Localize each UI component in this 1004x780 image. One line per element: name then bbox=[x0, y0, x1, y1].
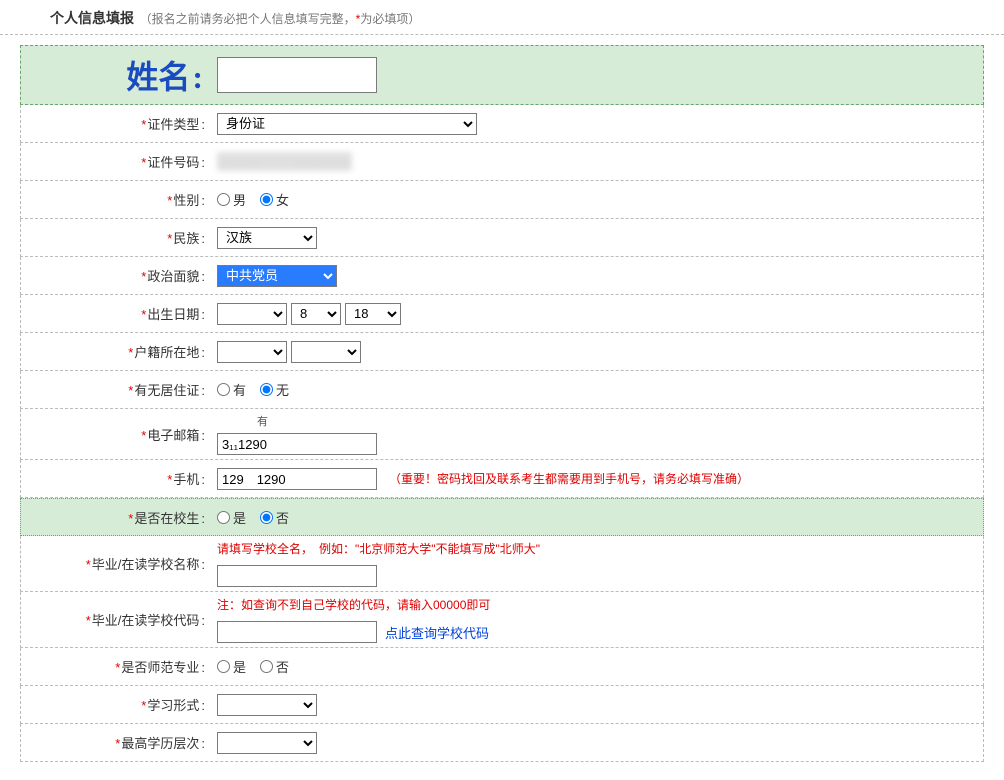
label-studyform: 学习形式 bbox=[147, 698, 199, 713]
label-politics: 政治面貌 bbox=[147, 269, 199, 284]
label-gender: 性别 bbox=[173, 193, 199, 208]
radio-male[interactable]: 男 bbox=[217, 190, 246, 209]
row-email: *电子邮箱: 有 bbox=[20, 409, 984, 460]
label-schoolcode: 毕业/在读学校代码 bbox=[92, 613, 200, 628]
input-name[interactable] bbox=[217, 57, 377, 93]
row-edulevel: *最高学历层次: bbox=[20, 724, 984, 762]
label-residence: 有无居住证 bbox=[134, 383, 199, 398]
note-schoolname: 请填写学校全名， 例如："北京师范大学"不能填写成"北师大" bbox=[217, 540, 540, 557]
label-ethnic: 民族 bbox=[173, 231, 199, 246]
select-huji-prov[interactable] bbox=[217, 341, 287, 363]
label-name: 姓名: bbox=[21, 52, 211, 98]
note-phone: （重要！密码找回及联系考生都需要用到手机号，请务必填写准确） bbox=[389, 470, 749, 487]
label-schoolname: 毕业/在读学校名称 bbox=[92, 557, 200, 572]
select-birth-year[interactable] bbox=[217, 303, 287, 325]
row-residence: *有无居住证: 有 无 bbox=[20, 371, 984, 409]
input-phone[interactable] bbox=[217, 468, 377, 490]
link-query-schoolcode[interactable]: 点此查询学校代码 bbox=[385, 623, 489, 642]
row-isnormal: *是否师范专业: 是 否 bbox=[20, 648, 984, 686]
radio-normal-no[interactable]: 否 bbox=[260, 657, 289, 676]
label-phone: 手机 bbox=[173, 472, 199, 487]
input-schoolname[interactable] bbox=[217, 565, 377, 587]
row-birth: *出生日期: 8 18 bbox=[20, 295, 984, 333]
radio-normal-yes[interactable]: 是 bbox=[217, 657, 246, 676]
label-birth: 出生日期 bbox=[147, 307, 199, 322]
radio-res-no[interactable]: 无 bbox=[260, 380, 289, 399]
form: 下面内容按照自己的实际情况填写就可以 姓名: *证件类型: 身份证 *证件号码:… bbox=[0, 35, 1004, 762]
input-schoolcode[interactable] bbox=[217, 621, 377, 643]
radio-stu-yes[interactable]: 是 bbox=[217, 508, 246, 527]
row-schoolcode: *毕业/在读学校代码: 注：如查询不到自己学校的代码，请输入00000即可 点此… bbox=[20, 592, 984, 648]
label-isstudent: 是否在校生 bbox=[134, 511, 199, 526]
page-header: 个人信息填报 （报名之前请务必把个人信息填写完整，*为必填项） bbox=[0, 0, 1004, 35]
note-schoolcode: 注：如查询不到自己学校的代码，请输入00000即可 bbox=[217, 596, 490, 613]
radio-res-yes[interactable]: 有 bbox=[217, 380, 246, 399]
label-isnormal: 是否师范专业 bbox=[121, 660, 199, 675]
row-isstudent: *是否在校生: 是 否 bbox=[20, 498, 984, 536]
label-huji: 户籍所在地 bbox=[134, 345, 199, 360]
select-ethnic[interactable]: 汉族 bbox=[217, 227, 317, 249]
label-email: 电子邮箱 bbox=[147, 428, 199, 443]
select-huji-city[interactable] bbox=[291, 341, 361, 363]
row-huji: *户籍所在地: bbox=[20, 333, 984, 371]
select-birth-day[interactable]: 18 bbox=[345, 303, 401, 325]
radio-stu-no[interactable]: 否 bbox=[260, 508, 289, 527]
res-subnote: 有 bbox=[217, 413, 268, 429]
select-birth-month[interactable]: 8 bbox=[291, 303, 341, 325]
row-ethnic: *民族: 汉族 bbox=[20, 219, 984, 257]
input-email[interactable] bbox=[217, 433, 377, 455]
label-idtype: 证件类型 bbox=[147, 117, 199, 132]
value-idnum: · · · · · · · · · · · · bbox=[217, 152, 352, 171]
page-subtitle: （报名之前请务必把个人信息填写完整，*为必填项） bbox=[140, 12, 421, 26]
label-idnum: 证件号码 bbox=[147, 155, 199, 170]
row-gender: *性别: 男 女 bbox=[20, 181, 984, 219]
row-idnum: *证件号码: · · · · · · · · · · · · bbox=[20, 143, 984, 181]
row-phone: *手机: （重要！密码找回及联系考生都需要用到手机号，请务必填写准确） bbox=[20, 460, 984, 498]
select-edulevel[interactable] bbox=[217, 732, 317, 754]
select-studyform[interactable] bbox=[217, 694, 317, 716]
row-politics: *政治面貌: 中共党员 bbox=[20, 257, 984, 295]
row-idtype: *证件类型: 身份证 bbox=[20, 105, 984, 143]
select-idtype[interactable]: 身份证 bbox=[217, 113, 477, 135]
select-politics[interactable]: 中共党员 bbox=[217, 265, 337, 287]
row-studyform: *学习形式: bbox=[20, 686, 984, 724]
label-edulevel: 最高学历层次 bbox=[121, 736, 199, 751]
radio-female[interactable]: 女 bbox=[260, 190, 289, 209]
row-schoolname: *毕业/在读学校名称: 请填写学校全名， 例如："北京师范大学"不能填写成"北师… bbox=[20, 536, 984, 592]
page-title: 个人信息填报 bbox=[50, 10, 134, 26]
row-name: 姓名: bbox=[20, 45, 984, 105]
